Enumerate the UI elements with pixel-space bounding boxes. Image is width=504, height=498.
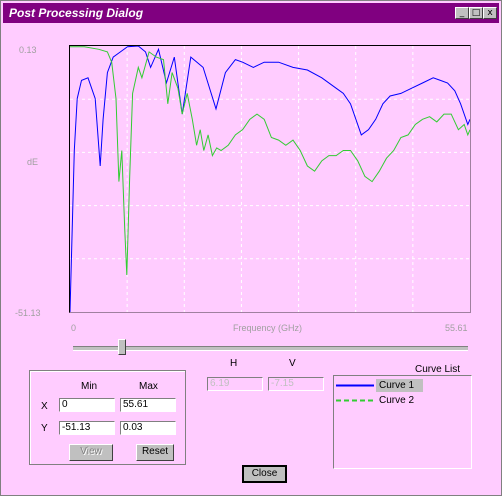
frequency-slider-thumb[interactable] (118, 339, 126, 355)
curve-list-title: Curve List (415, 364, 461, 375)
h-label: H (230, 358, 238, 369)
y-axis-title: dE (27, 157, 39, 167)
x-axis-min-label: 0 (71, 323, 77, 333)
plot-area[interactable] (69, 45, 471, 313)
x-axis-title: Frequency (GHz) (233, 323, 303, 333)
series-line-curve-2 (70, 46, 470, 276)
max-header: Max (139, 381, 158, 392)
y-axis-max-label: 0.13 (19, 45, 37, 55)
y-range-label: Y (41, 423, 48, 434)
curve-1-label: Curve 1 (376, 379, 423, 392)
x-range-label: X (41, 401, 48, 412)
min-header: Min (81, 381, 98, 392)
x-max-field[interactable]: 55.61 (120, 398, 176, 412)
frequency-slider-track[interactable] (73, 346, 468, 351)
dashed-line-icon (336, 399, 374, 402)
x-min-field[interactable]: 0 (59, 398, 115, 412)
x-axis-max-label: 55.61 (445, 323, 468, 333)
y-axis-min-label: -51.13 (15, 308, 41, 318)
close-button[interactable]: Close (242, 465, 287, 483)
solid-line-icon (336, 384, 374, 387)
curve-2-label: Curve 2 (379, 395, 415, 406)
close-window-button[interactable]: x (483, 7, 497, 19)
v-label: V (289, 358, 296, 369)
title-bar[interactable]: Post Processing Dialog _ □ x (3, 3, 499, 23)
curve-list[interactable]: Curve 1 Curve 2 (333, 375, 472, 469)
reset-button[interactable]: Reset (136, 444, 174, 461)
h-value-field: 6.19 (207, 377, 263, 391)
curve-list-item[interactable]: Curve 2 (336, 394, 470, 407)
post-processing-dialog: Post Processing Dialog _ □ x 0.13 dE -51… (0, 0, 502, 496)
y-min-field[interactable]: -51.13 (59, 421, 115, 435)
v-value-field: -7.15 (268, 377, 324, 391)
y-max-field[interactable]: 0.03 (120, 421, 176, 435)
view-button[interactable]: View (69, 444, 113, 461)
plot-canvas (70, 46, 470, 312)
curve-list-item[interactable]: Curve 1 (336, 379, 470, 392)
minimize-button[interactable]: _ (455, 7, 469, 19)
window-title: Post Processing Dialog (9, 6, 144, 20)
maximize-button[interactable]: □ (469, 7, 483, 19)
